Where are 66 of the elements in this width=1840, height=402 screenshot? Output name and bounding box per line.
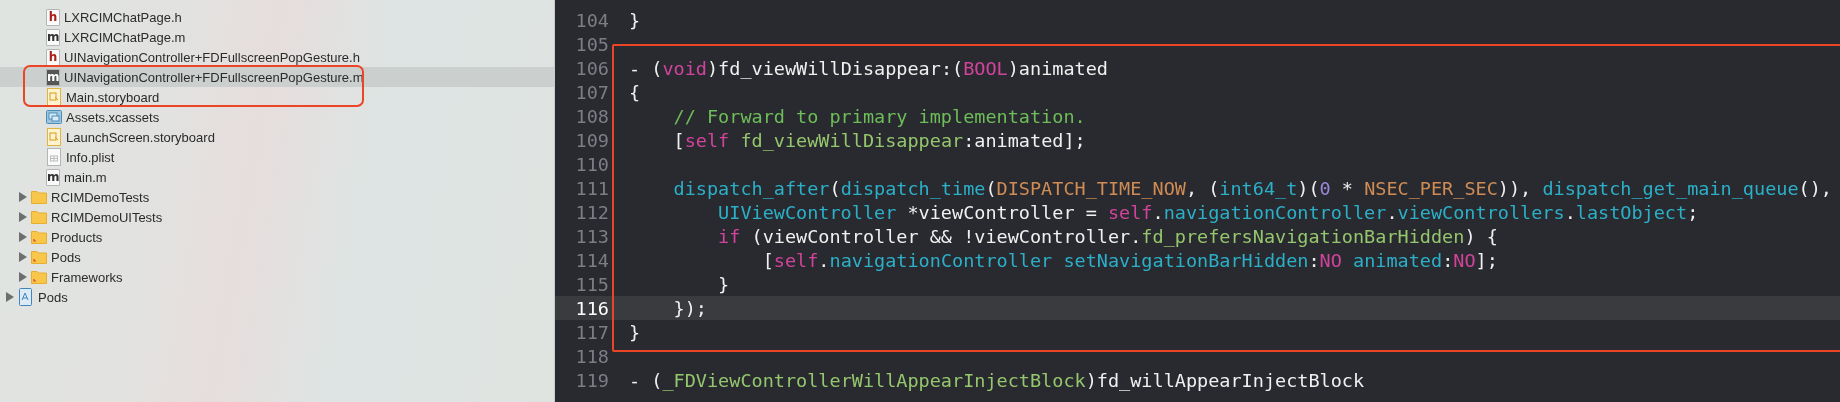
line-number: 117 [574,321,609,343]
line-number: 107 [574,81,609,103]
folder-icon [31,248,47,266]
folder-name[interactable]: Pods [51,249,81,265]
file-name[interactable]: main.m [64,169,107,185]
folder-name[interactable]: Products [51,229,103,245]
file-name[interactable]: UINavigationController+FDFullscreenPopGesture.m [64,69,364,85]
line-number: 110 [574,153,609,175]
source-file-icon: h [46,48,60,66]
folder-name[interactable]: RCIMDemoUITests [51,209,163,225]
line-number: 113 [574,225,609,247]
folder-icon [31,208,47,226]
source-file-icon: h [46,8,60,26]
storyboard-file-icon [46,128,62,146]
line-number: 112 [574,201,609,223]
code-line: } [629,321,641,343]
folder-icon [31,188,47,206]
file-name[interactable]: Main.storyboard [66,89,160,105]
disclosure-triangle-icon[interactable] [18,232,27,242]
project-name[interactable]: Pods [38,289,68,305]
line-number: 119 [574,369,609,391]
file-name[interactable]: LaunchScreen.storyboard [66,129,215,145]
disclosure-triangle-icon[interactable] [18,252,27,262]
file-name[interactable]: Info.plist [66,149,115,165]
code-line: dispatch_after(dispatch_time(DISPATCH_TIME_NOW, (int64_t)(0 * NSEC_PER_SEC)), dispatch_get_main_queue(), [672,177,1832,199]
selected-file-row[interactable]: m UINavigationController+FDFullscreenPopGesture.m [0,67,554,87]
code-line: [self.navigationController setNavigationBarHidden:NO animated:NO]; [761,249,1498,271]
line-number: 104 [574,9,609,31]
line-number: 118 [574,345,609,367]
code-line: [self fd_viewWillDisappear:animated]; [672,129,1086,151]
folder-name[interactable]: Frameworks [51,269,123,285]
code-line: - (void)fd_viewWillDisappear:(BOOL)animated [629,57,1108,79]
code-line: if (viewController && !viewController.fd_prefersNavigationBarHidden) { [717,225,1498,247]
code-line: } [629,9,641,31]
line-number: 114 [574,249,609,271]
plist-file-icon [46,148,62,166]
code-line: { [629,81,641,103]
code-line: } [717,273,730,295]
disclosure-triangle-icon[interactable] [18,272,27,282]
file-name[interactable]: LXRCIMChatPage.h [64,9,182,25]
source-file-icon: m [46,68,60,86]
line-number: 106 [574,57,609,79]
file-name[interactable]: LXRCIMChatPage.m [64,29,186,45]
line-number: 105 [574,33,609,55]
file-name[interactable]: Assets.xcassets [66,109,160,125]
line-number: 108 [574,105,609,127]
source-file-icon: m [46,28,60,46]
code-line: }); [672,297,707,319]
line-number: 111 [574,177,609,199]
source-file-icon: m [46,168,60,186]
asset-catalog-icon [46,108,62,126]
folder-name[interactable]: RCIMDemoTests [51,189,150,205]
code-line: UIViewController *viewController = self.navigationController.viewControllers.lastObject; [717,201,1699,223]
line-number: 109 [574,129,609,151]
folder-icon [31,268,47,286]
line-number: 116 [574,297,609,319]
storyboard-file-icon [46,88,62,106]
disclosure-triangle-icon[interactable] [5,292,14,302]
code-line: // Forward to primary implementation. [672,105,1086,127]
disclosure-triangle-icon[interactable] [18,212,27,222]
disclosure-triangle-icon[interactable] [18,192,27,202]
folder-icon [31,228,47,246]
code-line: - (_FDViewControllerWillAppearInjectBlock)fd_willAppearInjectBlock [629,369,1365,391]
file-name[interactable]: UINavigationController+FDFullscreenPopGesture.h [64,49,360,65]
line-number: 115 [574,273,609,295]
project-icon [18,288,34,306]
